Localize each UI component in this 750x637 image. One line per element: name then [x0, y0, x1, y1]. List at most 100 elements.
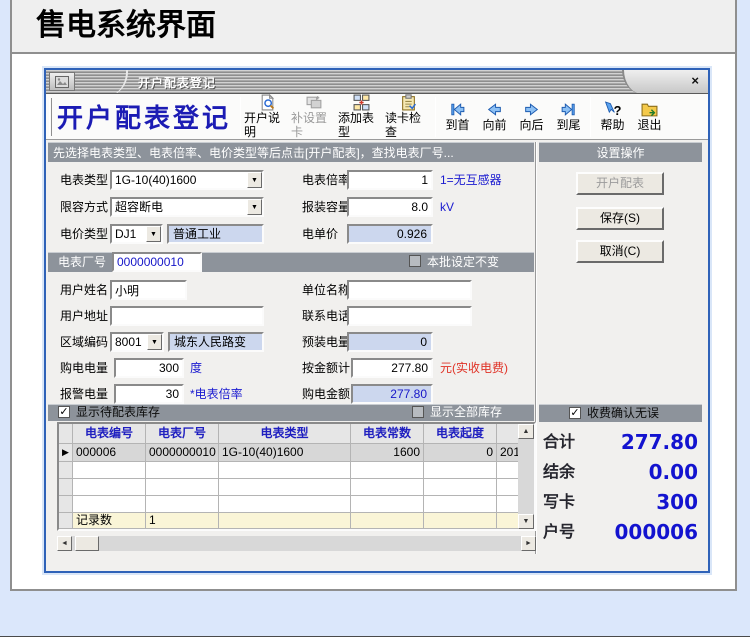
read-card-check-button[interactable]: 读卡检查	[385, 94, 432, 139]
open-account-help-button[interactable]: 开户说明	[244, 94, 291, 139]
phone-input[interactable]	[347, 306, 472, 326]
go-last-button[interactable]: 到尾	[550, 101, 587, 132]
address-input[interactable]	[110, 306, 264, 326]
help-icon: ?	[604, 101, 621, 118]
grid-header-row: 电表编号 电表厂号 电表类型 电表常数 电表起度	[59, 424, 518, 444]
chevron-down-icon[interactable]: ▼	[247, 172, 262, 188]
toolbar-button-label: 退出	[637, 118, 662, 132]
balance-value: 0.00	[648, 460, 698, 484]
price-type-combo[interactable]: DJ1 ▼	[110, 224, 163, 244]
area-code-combo[interactable]: 8001 ▼	[110, 332, 164, 352]
limit-mode-combo[interactable]: 超容断电 ▼	[110, 197, 264, 217]
scroll-left-icon[interactable]: ◄	[57, 536, 72, 551]
purchase-money-value: 277.80	[351, 384, 433, 404]
total-value: 277.80	[620, 430, 698, 454]
add-meter-type-button[interactable]: 添加表型	[338, 94, 385, 139]
toolbar-gripper[interactable]	[49, 97, 52, 136]
scroll-down-icon[interactable]: ▼	[518, 514, 534, 529]
toolbar-button-label: 到首	[445, 118, 470, 132]
alarm-qty-input[interactable]	[114, 384, 184, 404]
hscroll-thumb[interactable]	[75, 536, 99, 551]
org-name-input[interactable]	[347, 280, 472, 300]
content-card: 售电系统界面 开户配表登记 × 开户配表登记 开户说明 补设置卡 添加表型 读卡…	[10, 0, 737, 591]
chevron-down-icon[interactable]: ▼	[146, 226, 161, 242]
capacity-input[interactable]	[347, 197, 433, 217]
cancel-button[interactable]: 取消(C)	[576, 240, 664, 263]
add-type-icon	[353, 94, 370, 111]
scroll-up-icon[interactable]: ▲	[518, 424, 534, 439]
dialog-window: 开户配表登记 × 开户配表登记 开户说明 补设置卡 添加表型 读卡检查 到首 向…	[44, 68, 710, 573]
by-amount-input[interactable]	[351, 358, 433, 378]
toolbar-separator	[435, 96, 437, 137]
grid-header-start[interactable]: 电表起度	[424, 424, 497, 444]
page-title: 售电系统界面	[12, 0, 735, 54]
scroll-right-icon[interactable]: ►	[521, 536, 536, 551]
price-type-desc: 普通工业	[167, 224, 264, 244]
capacity-label: 报装容量	[302, 200, 351, 214]
chevron-down-icon[interactable]: ▼	[147, 334, 162, 350]
phone-label: 联系电话	[302, 309, 351, 323]
price-type-label: 电价类型	[60, 227, 109, 241]
grid-header-factory-no[interactable]: 电表厂号	[146, 424, 219, 444]
cell-meter-type: 1G-10(40)1600	[219, 444, 351, 462]
arrow-last-icon	[561, 103, 575, 116]
show-pending-checkbox[interactable]: ✓	[58, 406, 70, 418]
titlebar-curve	[94, 70, 128, 93]
meter-type-combo[interactable]: 1G-10(40)1600 ▼	[110, 170, 264, 190]
unit-price-label: 电单价	[302, 227, 339, 241]
ratio-input[interactable]	[347, 170, 433, 190]
grid-header-constant[interactable]: 电表常数	[351, 424, 424, 444]
grid-header-meter-type[interactable]: 电表类型	[219, 424, 351, 444]
form-big-title: 开户配表登记	[57, 104, 232, 134]
svg-text:?: ?	[614, 103, 621, 118]
grid-vscrollbar[interactable]: ▲ ▼	[518, 424, 534, 529]
go-prev-button[interactable]: 向前	[476, 101, 513, 132]
factory-no-input[interactable]	[112, 252, 202, 272]
grid-hscrollbar[interactable]: ◄ ►	[57, 536, 536, 551]
row-selector-icon: ▶	[59, 444, 73, 462]
titlebar: 开户配表登记 ×	[46, 70, 708, 94]
cell-meter-no: 000006	[73, 444, 146, 462]
save-button[interactable]: 保存(S)	[576, 207, 664, 230]
toolbar-button-label: 向后	[519, 118, 544, 132]
fee-confirm-checkbox[interactable]: ✓	[569, 407, 581, 419]
exit-folder-icon	[641, 103, 658, 117]
batch-fixed-checkbox[interactable]	[409, 255, 421, 267]
doc-magnifier-icon	[261, 94, 275, 111]
grid-empty-row	[59, 496, 518, 513]
grid-corner-cell	[59, 424, 73, 444]
open-account-config-button: 开户配表	[576, 172, 664, 195]
toolbar-button-label: 到尾	[556, 118, 581, 132]
help-button[interactable]: ? 帮助	[594, 101, 631, 132]
show-all-checkbox[interactable]	[412, 406, 424, 418]
toolbar-button-label: 读卡检查	[385, 111, 422, 139]
cell-factory-no: 0000000010	[146, 444, 219, 462]
window-title: 开户配表登记	[138, 76, 217, 90]
limit-mode-value: 超容断电	[115, 200, 164, 214]
capacity-unit: kV	[440, 200, 455, 214]
exit-button[interactable]: 退出	[631, 101, 668, 132]
area-code-label: 区域编码	[60, 335, 109, 349]
purchase-qty-input[interactable]	[114, 358, 184, 378]
grid-footer-row: 记录数 1	[59, 513, 518, 529]
price-type-value: DJ1	[115, 227, 137, 241]
toolbar-separator	[240, 96, 242, 137]
grid-header-meter-no[interactable]: 电表编号	[73, 424, 146, 444]
org-name-label: 单位名称	[302, 283, 351, 297]
go-first-button[interactable]: 到首	[439, 101, 476, 132]
go-next-button[interactable]: 向后	[513, 101, 550, 132]
close-button[interactable]: ×	[691, 73, 699, 88]
limit-mode-label: 限容方式	[60, 200, 109, 214]
toolbar-button-label: 开户说明	[244, 111, 281, 139]
arrow-first-icon	[451, 103, 465, 116]
record-count-label: 记录数	[73, 513, 146, 529]
toolbar-button-label: 向前	[482, 118, 507, 132]
chevron-down-icon[interactable]: ▼	[247, 199, 262, 215]
toolbar-button-label: 补设置卡	[291, 111, 328, 139]
table-row[interactable]: ▶ 000006 0000000010 1G-10(40)1600 1600 0…	[59, 444, 518, 462]
user-name-input[interactable]	[110, 280, 187, 300]
toolbar-separator	[590, 96, 592, 137]
user-name-label: 用户姓名	[60, 283, 109, 297]
write-card-value: 300	[656, 490, 698, 514]
card-set-icon	[306, 96, 322, 109]
